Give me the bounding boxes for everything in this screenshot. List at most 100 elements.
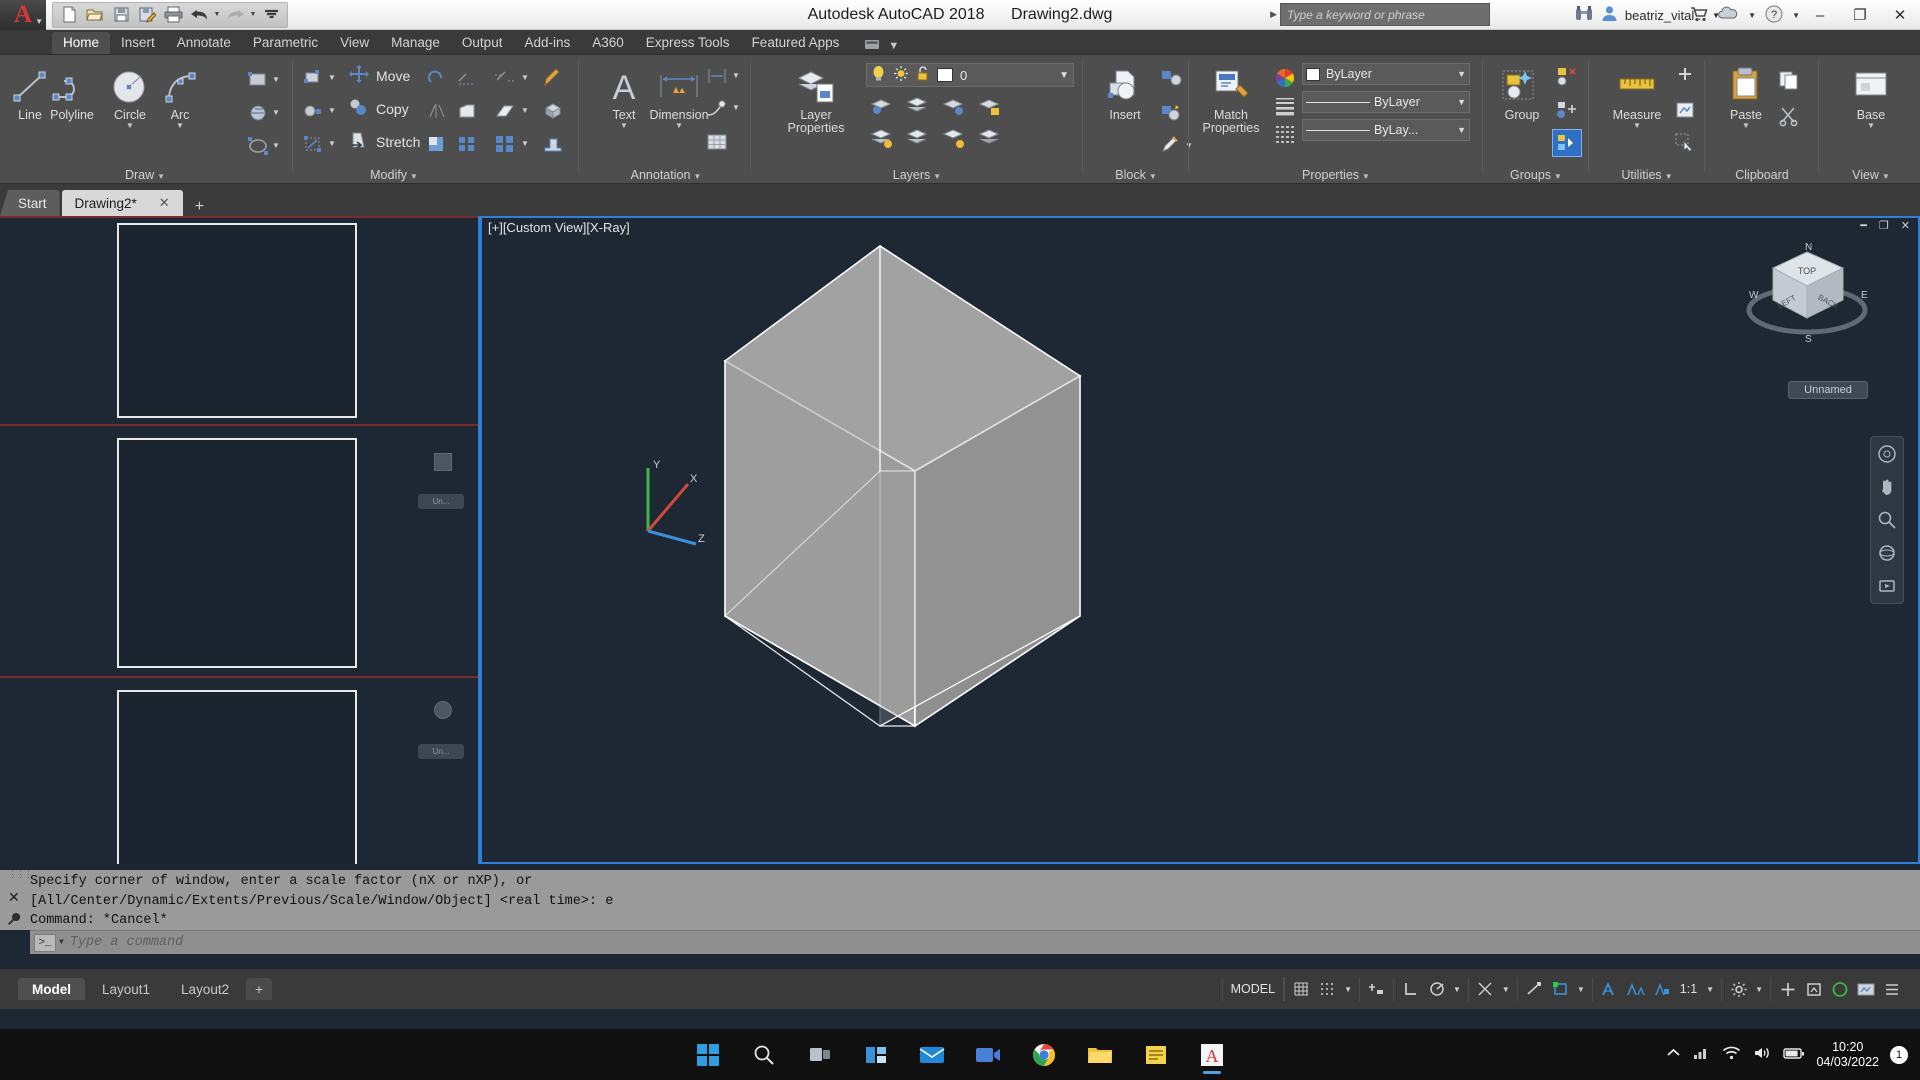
save-icon[interactable] xyxy=(108,3,134,27)
ortho-mode-icon[interactable] xyxy=(1399,978,1422,1000)
tab-home[interactable]: Home xyxy=(52,32,111,54)
minimize-icon[interactable]: ━ xyxy=(1860,219,1867,232)
autoscale-icon[interactable] xyxy=(1624,978,1647,1000)
file-explorer-icon[interactable] xyxy=(1079,1035,1121,1075)
sticky-notes-icon[interactable] xyxy=(1135,1035,1177,1075)
measure-button[interactable]: Measure ▼ xyxy=(1600,63,1674,130)
widgets-icon[interactable] xyxy=(855,1035,897,1075)
annotation-scale-lock-icon[interactable] xyxy=(1650,978,1673,1000)
cart-icon[interactable] xyxy=(1690,6,1708,25)
match-properties-button[interactable]: Match Properties xyxy=(1194,63,1268,135)
chevron-down-icon[interactable]: ▼ xyxy=(1554,172,1562,181)
modify-mirror-tool[interactable] xyxy=(300,98,326,124)
new-file-tab-button[interactable]: + xyxy=(185,198,214,216)
group-button[interactable]: Group xyxy=(1488,63,1556,122)
chevron-down-icon[interactable]: ▼ xyxy=(1867,122,1875,130)
modify-block-dropdown-icon[interactable]: ▼ xyxy=(521,139,529,148)
color-wheel-icon[interactable] xyxy=(1274,67,1296,92)
copy-clip-tool[interactable] xyxy=(1776,67,1802,93)
chevron-down-icon[interactable]: ▼ xyxy=(157,172,165,181)
view-name-label[interactable]: Unnamed xyxy=(1788,381,1868,399)
cloud-icon[interactable] xyxy=(1717,6,1739,25)
settings-gear-icon[interactable] xyxy=(1727,978,1750,1000)
drawing-area[interactable]: Un... Un... Un... [+][Custom View][X-Ray… xyxy=(0,216,1920,864)
modify-scale-tool[interactable] xyxy=(300,131,326,157)
color-combo[interactable]: ByLayer ▼ xyxy=(1302,63,1470,85)
layer-unlock-tool[interactable] xyxy=(940,125,966,151)
ribbon-minimize-icon[interactable] xyxy=(864,38,884,54)
file-tab-drawing2[interactable]: Drawing2* ✕ xyxy=(61,190,183,216)
draw-arc-button[interactable]: Arc ▼ xyxy=(150,63,210,130)
notification-badge[interactable]: 1 xyxy=(1890,1045,1908,1064)
modify-erase-dropdown-icon[interactable]: ▼ xyxy=(521,106,529,115)
help-icon[interactable]: ? xyxy=(1765,5,1783,26)
draw-ellipse-tool[interactable] xyxy=(245,133,271,159)
ungroup-tool[interactable] xyxy=(1554,63,1580,89)
full-navigation-wheel-icon[interactable] xyxy=(1874,442,1900,466)
chevron-down-icon[interactable]: ▼ xyxy=(1742,122,1750,130)
annotation-leader-dropdown-icon[interactable]: ▼ xyxy=(732,103,740,112)
layer-off-tool[interactable] xyxy=(940,93,966,119)
taskbar-clock[interactable]: 10:20 04/03/2022 xyxy=(1816,1040,1879,1070)
application-menu-button[interactable]: A ▼ xyxy=(0,0,46,30)
command-input-row[interactable]: >_ ▼ Type a command xyxy=(30,930,1920,954)
osnap-dropdown-icon[interactable]: ▼ xyxy=(1575,985,1587,994)
chevron-down-icon[interactable]: ▼ xyxy=(888,40,899,52)
chevron-down-icon[interactable]: ▼ xyxy=(59,938,64,947)
new-icon[interactable] xyxy=(56,3,82,27)
paste-button[interactable]: Paste ▼ xyxy=(1712,63,1780,130)
block-edit-tool[interactable] xyxy=(1158,99,1184,125)
close-button[interactable]: ✕ xyxy=(1880,0,1920,30)
annotation-visibility-icon[interactable] xyxy=(1598,978,1621,1000)
block-attribute-tool[interactable] xyxy=(1158,133,1184,159)
layer-properties-button[interactable]: Layer Properties xyxy=(776,63,856,135)
chevron-right-icon[interactable]: ▶ xyxy=(1270,9,1277,20)
chevron-down-icon[interactable]: ▼ xyxy=(1792,11,1800,20)
redo-icon[interactable] xyxy=(222,3,248,27)
id-point-tool[interactable] xyxy=(1672,97,1698,123)
tab-view[interactable]: View xyxy=(329,32,380,54)
chevron-down-icon[interactable]: ▼ xyxy=(176,122,184,130)
object-snap-tracking-icon[interactable] xyxy=(1474,978,1497,1000)
modify-stretch-button[interactable]: Stretch xyxy=(348,130,420,153)
annotation-leader-tool[interactable] xyxy=(704,95,730,121)
viewcube[interactable]: W E S N TOP LEFT BACK xyxy=(1745,238,1875,368)
tab-parametric[interactable]: Parametric xyxy=(242,32,329,54)
customization-icon[interactable] xyxy=(1880,978,1903,1000)
chevron-down-icon[interactable]: ▼ xyxy=(1453,97,1466,107)
layout-tab-layout2[interactable]: Layout2 xyxy=(167,978,243,1000)
close-icon[interactable]: ✕ xyxy=(159,195,170,211)
search-input[interactable]: Type a keyword or phrase xyxy=(1280,3,1490,26)
tab-output[interactable]: Output xyxy=(451,32,514,54)
wifi-icon[interactable] xyxy=(1722,1046,1741,1063)
saveas-icon[interactable] xyxy=(134,3,160,27)
modify-erase-tool[interactable] xyxy=(492,98,518,124)
mail-icon[interactable] xyxy=(911,1035,953,1075)
unlock-icon[interactable] xyxy=(916,65,930,85)
modify-scale-dropdown-icon[interactable]: ▼ xyxy=(328,139,336,148)
volume-icon[interactable] xyxy=(1753,1046,1771,1063)
scale-dropdown-icon[interactable]: ▼ xyxy=(1704,985,1716,994)
command-line-grip[interactable]: ⋮⋮⋮ xyxy=(8,870,33,879)
search-icon[interactable] xyxy=(743,1035,785,1075)
layer-lock-tool[interactable] xyxy=(976,93,1002,119)
command-history[interactable]: Specify corner of window, enter a scale … xyxy=(0,870,1920,930)
tab-manage[interactable]: Manage xyxy=(380,32,451,54)
secondary-viewport-column[interactable]: Un... Un... Un... xyxy=(0,216,480,864)
layout-handle-1[interactable] xyxy=(434,453,452,471)
command-line-options-icon[interactable] xyxy=(7,912,21,929)
annotation-linear-dropdown-icon[interactable]: ▼ xyxy=(732,71,740,80)
chevron-down-icon[interactable]: ▼ xyxy=(1362,172,1370,181)
modify-paint-tool[interactable] xyxy=(540,65,566,91)
modify-mirror2-tool[interactable] xyxy=(424,98,450,124)
annotation-table-tool[interactable] xyxy=(704,129,730,155)
modify-explode-dropdown-icon[interactable]: ▼ xyxy=(521,73,529,82)
layout-tab-model[interactable]: Model xyxy=(18,978,85,1000)
graphics-performance-icon[interactable] xyxy=(1802,978,1825,1000)
clean-screen-icon[interactable] xyxy=(1828,978,1851,1000)
modify-block-tool[interactable] xyxy=(492,131,518,157)
file-tab-start[interactable]: Start xyxy=(0,190,60,216)
chevron-down-icon[interactable]: ▼ xyxy=(1059,70,1069,81)
group-selection-toggle[interactable] xyxy=(1552,129,1582,157)
minimize-button[interactable]: – xyxy=(1800,0,1840,30)
